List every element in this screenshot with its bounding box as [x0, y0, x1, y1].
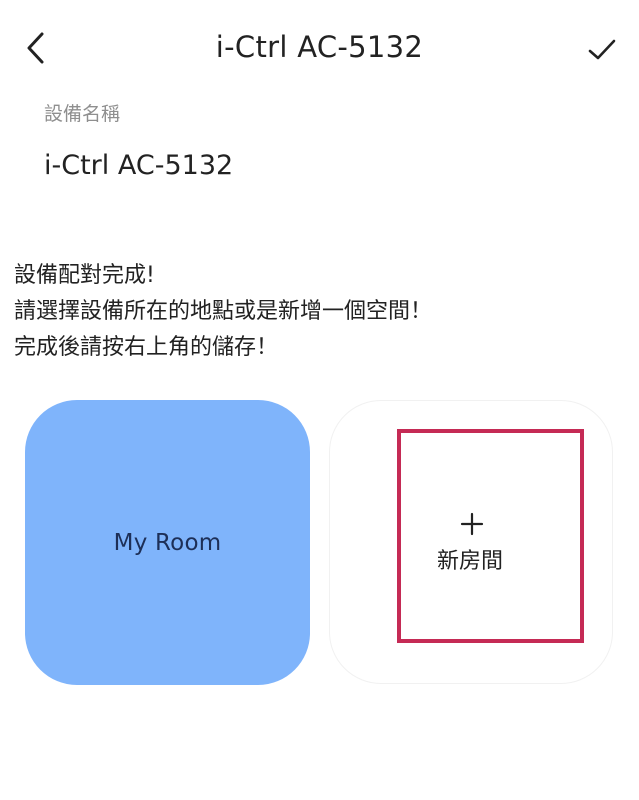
- chevron-left-icon: [27, 32, 44, 64]
- message-line: 請選擇設備所在的地點或是新增一個空間！: [14, 299, 433, 324]
- add-room-label: 新房間: [436, 549, 503, 574]
- pairing-message: 設備配對完成! 請選擇設備所在的地點或是新增一個空間！ 完成後請按右上角的儲存！: [14, 258, 624, 366]
- back-button[interactable]: [18, 26, 54, 70]
- device-name-label: 設備名稱: [44, 103, 121, 125]
- room-card-my-room[interactable]: My Room: [25, 400, 310, 685]
- message-line: 完成後請按右上角的儲存！: [14, 335, 279, 360]
- app-header: i-Ctrl AC-5132: [0, 0, 639, 96]
- device-name-field[interactable]: [44, 147, 584, 185]
- save-button[interactable]: [580, 28, 624, 72]
- plus-icon: [460, 512, 484, 536]
- page-title: i-Ctrl AC-5132: [215, 30, 424, 64]
- highlight-box: [397, 429, 584, 643]
- checkmark-icon: [588, 39, 616, 60]
- message-line: 設備配對完成!: [14, 263, 155, 288]
- room-label: My Room: [113, 529, 222, 556]
